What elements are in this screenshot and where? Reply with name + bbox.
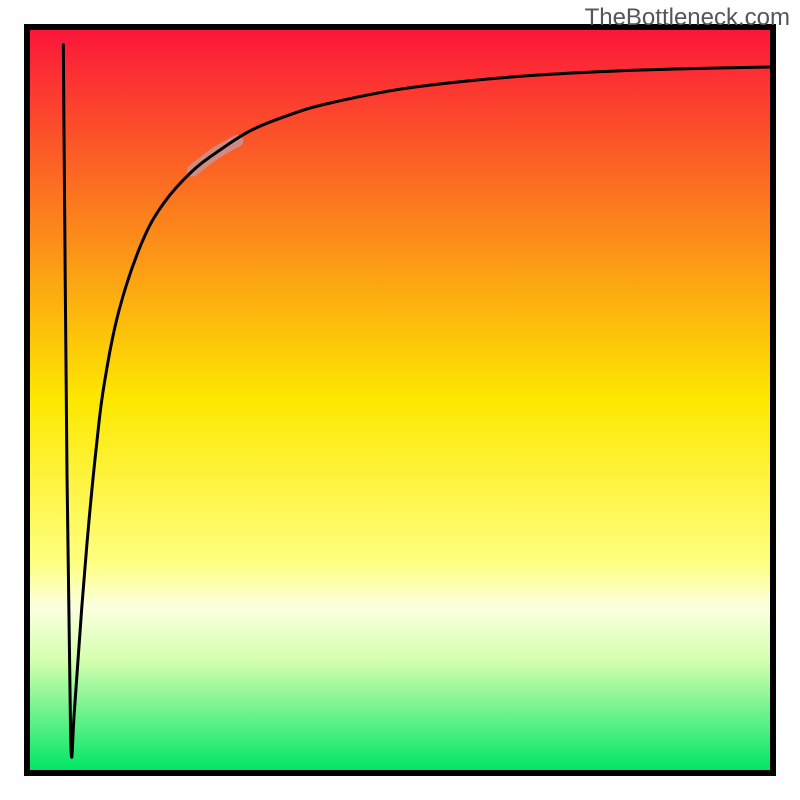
watermark-text: TheBottleneck.com [585, 4, 790, 32]
chart-svg [0, 0, 800, 800]
gradient-background [30, 30, 770, 770]
plot-area [27, 27, 773, 773]
chart-container: TheBottleneck.com [0, 0, 800, 800]
